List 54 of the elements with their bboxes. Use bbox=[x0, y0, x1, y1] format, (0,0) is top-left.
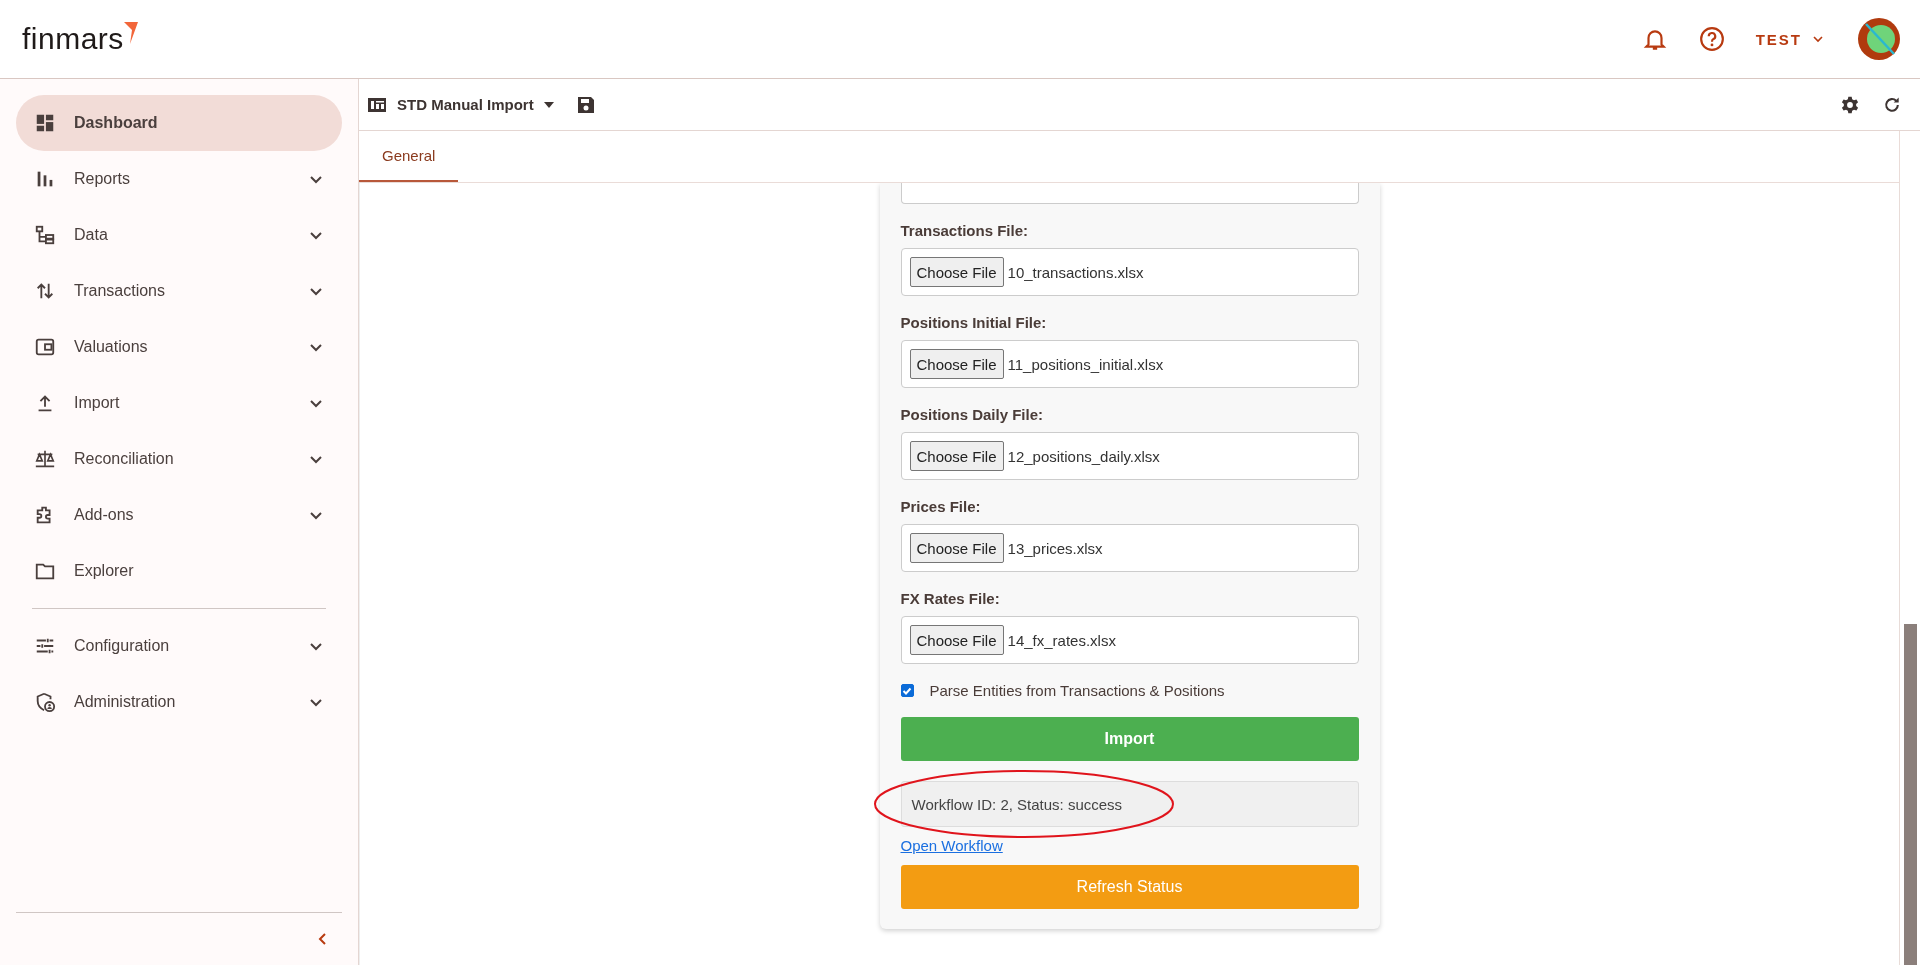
sidebar-item[interactable]: Administration bbox=[16, 674, 342, 730]
file-field[interactable]: Choose File 14_fx_rates.xlsx bbox=[900, 616, 1359, 664]
file-field[interactable]: Choose File 13_prices.xlsx bbox=[900, 524, 1359, 572]
logo-mark-icon bbox=[123, 22, 138, 44]
sidebar-item[interactable]: Configuration bbox=[16, 618, 342, 674]
tab[interactable]: General bbox=[359, 131, 459, 182]
choose-file-button[interactable]: Choose File bbox=[909, 625, 1004, 655]
field-label: Positions Daily File: bbox=[900, 406, 1045, 423]
scrollbar-thumb[interactable] bbox=[1904, 624, 1917, 965]
file-name: 13_prices.xlsx bbox=[1007, 539, 1103, 557]
sidebar-item[interactable]: Dashboard bbox=[16, 95, 342, 151]
sidebar-item[interactable]: Data bbox=[16, 207, 342, 263]
sidebar-item[interactable]: Reconciliation bbox=[16, 431, 342, 487]
sidebar-item[interactable]: Valuations bbox=[16, 319, 342, 375]
avatar-icon[interactable] bbox=[1858, 18, 1900, 60]
field-label: Transactions File: bbox=[900, 222, 1030, 239]
user-menu[interactable]: TEST bbox=[1755, 30, 1824, 48]
file-field[interactable]: Choose File 11_positions_initial.xlsx bbox=[900, 340, 1359, 388]
sidebar-item[interactable]: Add-ons bbox=[16, 487, 342, 543]
open-workflow-link[interactable]: Open Workflow bbox=[900, 837, 1003, 854]
file-name: 11_positions_initial.xlsx bbox=[1007, 355, 1164, 373]
nav-icon bbox=[34, 448, 56, 470]
file-field[interactable]: Choose File 12_positions_daily.xlsx bbox=[900, 432, 1359, 480]
save-icon[interactable] bbox=[575, 94, 596, 115]
checkbox-label: Parse Entities from Transactions & Positions bbox=[929, 682, 1225, 699]
sidebar-item[interactable]: Explorer bbox=[16, 543, 342, 599]
field-label: Positions Initial File: bbox=[900, 314, 1048, 331]
nav-icon bbox=[34, 280, 56, 302]
nav-icon bbox=[34, 691, 56, 713]
file-name: 14_fx_rates.xlsx bbox=[1007, 631, 1116, 649]
checkbox[interactable] bbox=[900, 684, 914, 697]
logo-text: finmars bbox=[22, 22, 124, 56]
status-message: Workflow ID: 2, Status: success bbox=[900, 781, 1359, 827]
choose-file-button[interactable]: Choose File bbox=[909, 349, 1004, 379]
nav-icon bbox=[34, 336, 56, 358]
nav-icon bbox=[34, 112, 56, 134]
field-label: FX Rates File: bbox=[900, 590, 1001, 607]
help-icon[interactable] bbox=[1698, 26, 1725, 52]
file-name: 10_transactions.xlsx bbox=[1007, 263, 1144, 281]
layout-selector[interactable]: STD Manual Import bbox=[367, 94, 554, 115]
choose-file-button[interactable]: Choose File bbox=[909, 533, 1004, 563]
chevron-down-icon bbox=[1812, 33, 1824, 45]
file-name: 12_positions_daily.xlsx bbox=[1007, 447, 1160, 465]
choose-file-button[interactable]: Choose File bbox=[909, 257, 1004, 287]
file-field[interactable]: Choose File 10_transactions.xlsx bbox=[900, 248, 1359, 296]
choose-file-button[interactable]: Choose File bbox=[909, 441, 1004, 471]
sidebar-item[interactable]: Reports bbox=[16, 151, 342, 207]
field-label: Prices File: bbox=[900, 498, 982, 515]
caret-icon bbox=[543, 101, 554, 108]
sidebar-item[interactable]: Transactions bbox=[16, 263, 342, 319]
settings-icon[interactable] bbox=[1840, 94, 1860, 115]
file-field[interactable] bbox=[900, 183, 1359, 204]
nav-icon bbox=[34, 224, 56, 246]
sidebar-item[interactable]: Import bbox=[16, 375, 342, 431]
